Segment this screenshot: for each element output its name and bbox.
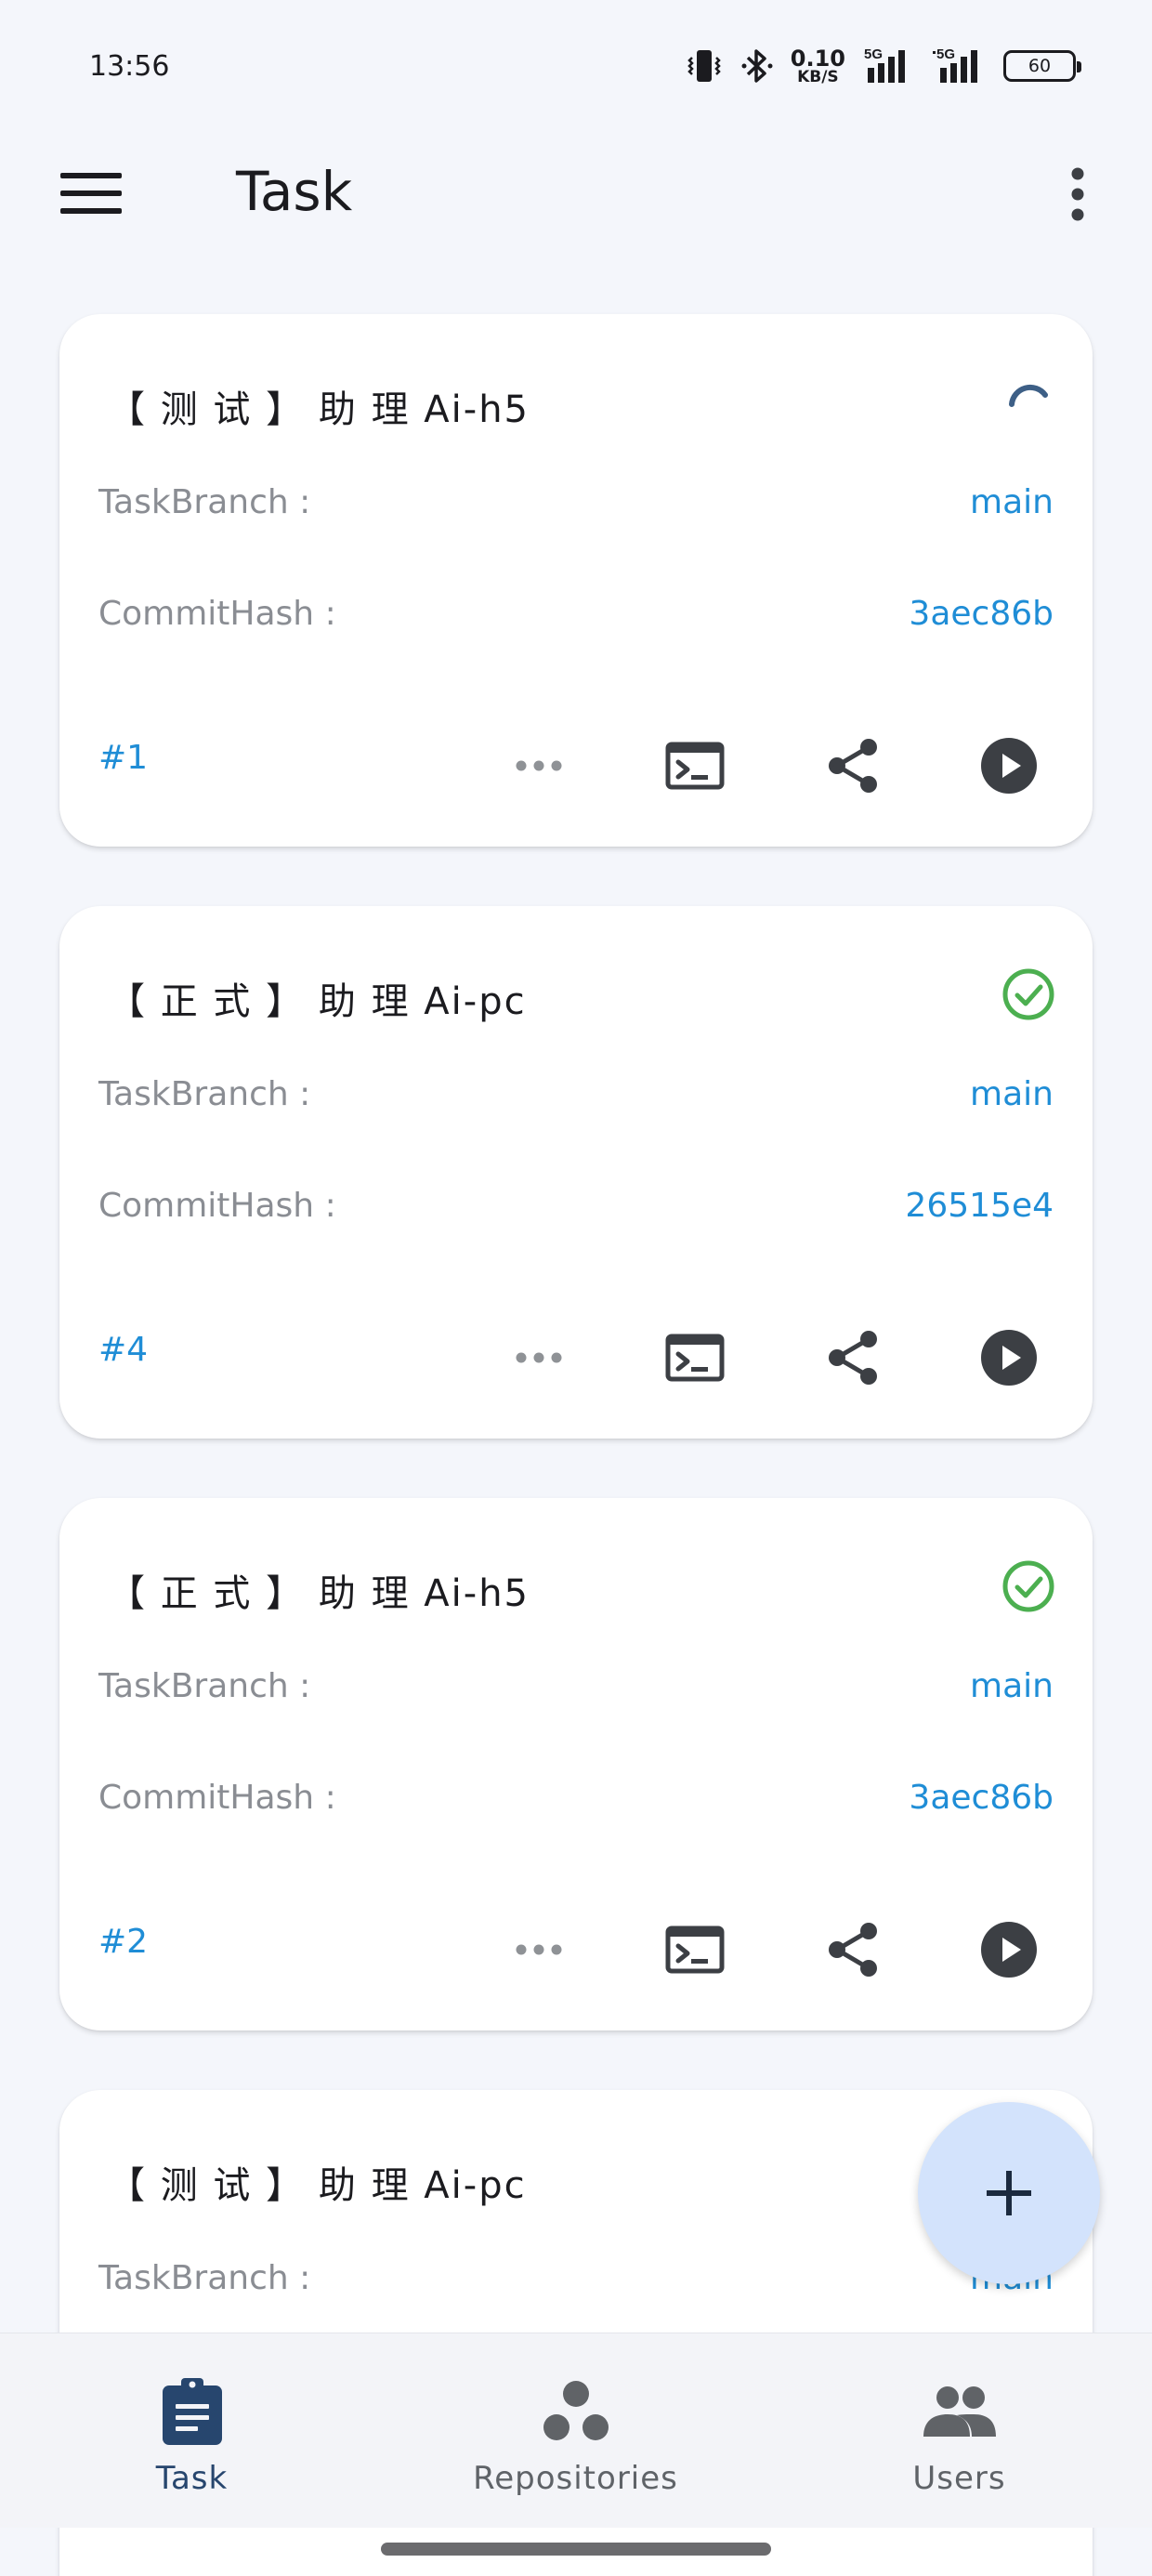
task-number[interactable]: #1: [98, 739, 148, 777]
task-status: [1000, 1557, 1057, 1615]
signal-icon: 5G: [933, 46, 977, 83]
more-button[interactable]: [505, 1916, 572, 1983]
check-circle-icon: [1002, 1560, 1054, 1612]
page-title: Task: [236, 160, 353, 223]
bottom-navigation: Task Repositories Users: [0, 2333, 1152, 2528]
share-button[interactable]: [819, 1324, 886, 1391]
task-branch-value[interactable]: main: [970, 1075, 1054, 1113]
status-icons: 0.10 KB/S 5G 5G 60: [685, 45, 1081, 87]
menu-icon: [60, 173, 122, 214]
people-icon: [923, 2386, 996, 2437]
add-task-button[interactable]: [918, 2102, 1100, 2284]
nav-item-task[interactable]: Task: [0, 2333, 384, 2529]
commit-hash-label: CommitHash :: [98, 1779, 336, 1817]
more-button[interactable]: [505, 1324, 572, 1391]
status-time: 13:56: [89, 50, 170, 83]
loading-spinner-icon: [1009, 384, 1048, 407]
task-status: [1000, 374, 1057, 431]
workspaces-icon: [543, 2381, 609, 2440]
nav-icon-container: [148, 2367, 237, 2456]
more-horizontal-icon: [516, 760, 562, 771]
task-title: 【 测 试 】 助 理 Ai-pc: [108, 2164, 527, 2207]
share-icon: [829, 1923, 877, 1977]
terminal-icon: [665, 742, 725, 790]
share-icon: [829, 739, 877, 793]
battery-level: 60: [1028, 56, 1052, 76]
bluetooth-icon: [741, 49, 773, 83]
plus-icon: [987, 2171, 1031, 2215]
terminal-icon: [665, 1334, 725, 1382]
share-button[interactable]: [819, 732, 886, 799]
menu-button[interactable]: [52, 164, 130, 223]
play-icon: [981, 1922, 1037, 1978]
commit-hash-label: CommitHash :: [98, 1187, 336, 1225]
run-button[interactable]: [975, 1324, 1042, 1391]
screen: 13:56 0.10 KB/S 5G 5G 60 Task 【 测 试 】 助 …: [0, 0, 1152, 2576]
network-speed-unit: KB/S: [797, 67, 839, 86]
more-horizontal-icon: [516, 1352, 562, 1363]
task-branch-label: TaskBranch :: [98, 1667, 311, 1705]
terminal-icon: [665, 1925, 725, 1974]
commit-hash-label: CommitHash :: [98, 595, 336, 633]
check-circle-icon: [1002, 968, 1054, 1020]
signal-icon: 5G: [864, 46, 905, 83]
task-branch-label: TaskBranch :: [98, 1075, 311, 1113]
share-button[interactable]: [819, 1916, 886, 1983]
nav-label-users: Users: [912, 2460, 1006, 2497]
play-icon: [981, 738, 1037, 794]
app-bar: Task: [0, 138, 1152, 249]
network-speed-value: 0.10: [790, 45, 845, 72]
terminal-button[interactable]: [661, 1324, 728, 1391]
task-status: [1000, 966, 1057, 1023]
nav-item-repositories[interactable]: Repositories: [384, 2333, 767, 2529]
nav-item-users[interactable]: Users: [767, 2333, 1151, 2529]
vibrate-icon: [687, 50, 721, 82]
task-card[interactable]: 【 正 式 】 助 理 Ai-pc TaskBranch : main Comm…: [59, 906, 1093, 1439]
nav-label-repositories: Repositories: [473, 2460, 678, 2497]
battery-icon: 60: [1003, 50, 1081, 82]
terminal-button[interactable]: [661, 732, 728, 799]
task-number[interactable]: #4: [98, 1331, 148, 1369]
commit-hash-value[interactable]: 26515e4: [905, 1187, 1054, 1225]
status-bar: 13:56 0.10 KB/S 5G 5G 60: [0, 0, 1152, 138]
task-branch-value[interactable]: main: [970, 1667, 1054, 1705]
play-icon: [981, 1330, 1037, 1386]
commit-hash-value[interactable]: 3aec86b: [909, 1779, 1054, 1817]
network-speed: 0.10 KB/S: [791, 47, 845, 85]
network-type-label: 5G: [936, 46, 955, 62]
task-card[interactable]: 【 测 试 】 助 理 Ai-h5 TaskBranch : main Comm…: [59, 314, 1093, 847]
share-icon: [829, 1331, 877, 1385]
task-branch-label: TaskBranch :: [98, 483, 311, 521]
more-vertical-icon: [1071, 167, 1084, 221]
network-type-label: 5G: [864, 46, 883, 62]
task-title: 【 测 试 】 助 理 Ai-h5: [108, 388, 530, 431]
task-number[interactable]: #2: [98, 1923, 148, 1961]
clipboard-icon: [162, 2378, 222, 2445]
more-options-button[interactable]: [1050, 162, 1106, 227]
nav-label-task: Task: [155, 2460, 229, 2497]
nav-icon-container: [531, 2367, 621, 2456]
run-button[interactable]: [975, 1916, 1042, 1983]
task-card[interactable]: 【 正 式 】 助 理 Ai-h5 TaskBranch : main Comm…: [59, 1498, 1093, 2031]
more-horizontal-icon: [516, 1944, 562, 1955]
task-title: 【 正 式 】 助 理 Ai-h5: [108, 1572, 530, 1615]
task-branch-label: TaskBranch :: [98, 2259, 311, 2297]
task-branch-value[interactable]: main: [970, 483, 1054, 521]
more-button[interactable]: [505, 732, 572, 799]
nav-icon-container: [915, 2367, 1004, 2456]
commit-hash-value[interactable]: 3aec86b: [909, 595, 1054, 633]
terminal-button[interactable]: [661, 1916, 728, 1983]
home-indicator[interactable]: [381, 2543, 771, 2556]
task-title: 【 正 式 】 助 理 Ai-pc: [108, 980, 527, 1023]
run-button[interactable]: [975, 732, 1042, 799]
